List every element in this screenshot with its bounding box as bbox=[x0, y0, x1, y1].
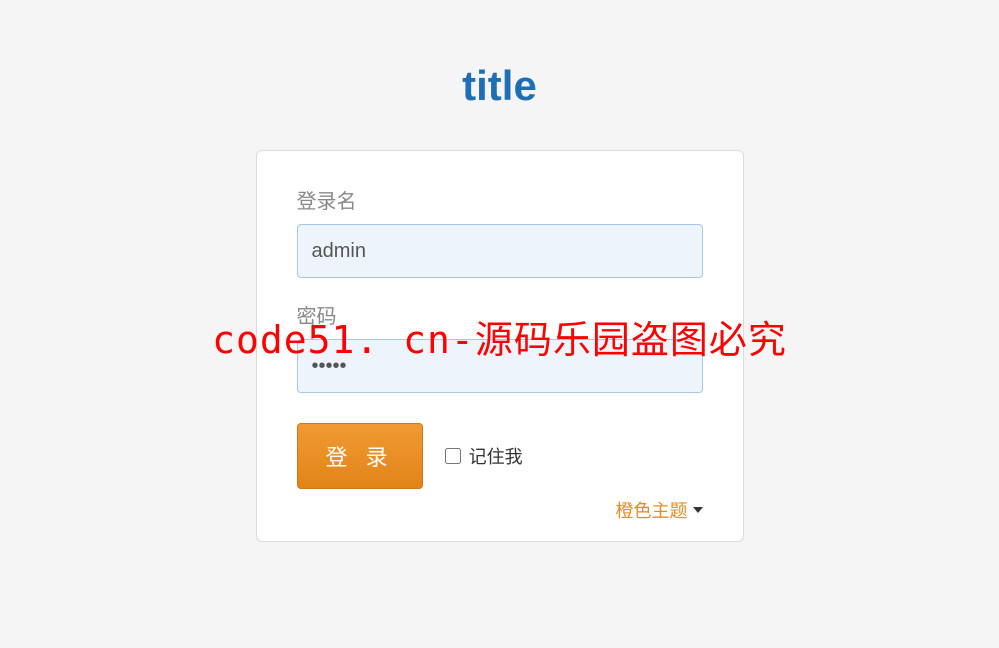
login-panel: 登录名 密码 登 录 记住我 橙色主题 bbox=[256, 150, 744, 542]
login-button[interactable]: 登 录 bbox=[297, 423, 423, 489]
page-title: title bbox=[0, 0, 999, 150]
theme-selector[interactable]: 橙色主题 bbox=[616, 497, 703, 523]
action-row: 登 录 记住我 bbox=[297, 423, 703, 489]
password-label: 密码 bbox=[297, 300, 703, 329]
remember-label: 记住我 bbox=[469, 443, 523, 469]
username-group: 登录名 bbox=[297, 185, 703, 278]
username-label: 登录名 bbox=[297, 185, 703, 214]
theme-selected-label: 橙色主题 bbox=[616, 497, 688, 523]
password-input[interactable] bbox=[297, 339, 703, 393]
theme-row: 橙色主题 bbox=[297, 497, 703, 523]
remember-me-wrap: 记住我 bbox=[445, 443, 523, 469]
remember-checkbox[interactable] bbox=[445, 448, 461, 464]
chevron-down-icon bbox=[693, 507, 703, 513]
username-input[interactable] bbox=[297, 224, 703, 278]
password-group: 密码 bbox=[297, 300, 703, 393]
